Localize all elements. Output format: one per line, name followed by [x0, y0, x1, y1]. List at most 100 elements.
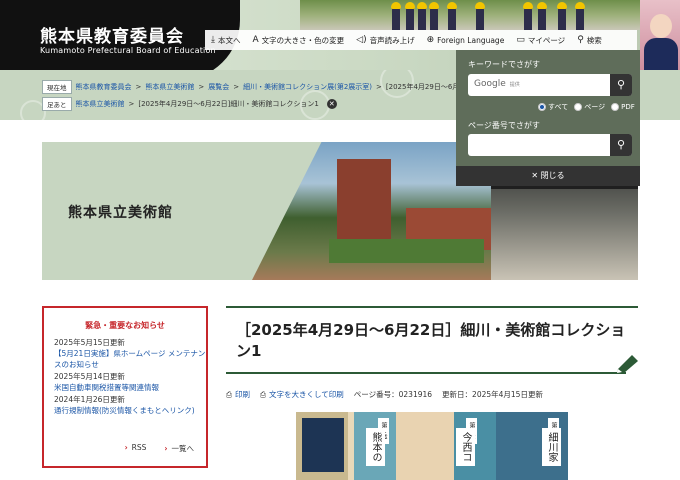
history-current: [2025年4月29日～6月22日]細川・美術館コレクション1 [138, 100, 319, 108]
keyword-search-input[interactable]: Google 提供 ⚲ [468, 74, 632, 96]
notice-date: 2025年5月15日更新 [54, 338, 125, 347]
history-tag: 足あと [42, 97, 72, 111]
emergency-notice-box: 緊急・重要なお知らせ 2025年5月15日更新 【5月21日実施】県ホームページ… [42, 306, 208, 468]
text-size-color-link[interactable]: A 文字の大きさ・色の変更 [246, 35, 350, 46]
student-figure [405, 2, 415, 30]
search-toggle-button[interactable]: ⚲ 検索 [571, 35, 608, 46]
banner-title: 熊本県立美術館 [68, 205, 173, 221]
speaker-icon: ◁) [356, 35, 367, 45]
utility-label: 文字の大きさ・色の変更 [261, 35, 345, 45]
printer-icon: ⎙ [226, 390, 232, 399]
notice-link[interactable]: 米国自動車関税措置等関連情報 [54, 382, 206, 393]
student-figure [417, 2, 427, 30]
clear-history-icon[interactable]: ✕ [326, 99, 337, 109]
notice-title: 緊急・重要なお知らせ [85, 321, 165, 330]
notice-list: 2025年5月15日更新 【5月21日実施】県ホームページ メンテナンスのお知ら… [54, 337, 206, 416]
my-page-link[interactable]: ▭ マイページ [510, 35, 571, 46]
notice-list-link[interactable]: › 一覧へ [164, 443, 194, 454]
folder-icon: ▭ [516, 35, 525, 45]
student-figure [447, 2, 457, 30]
print-large-link[interactable]: ⎙ 文字を大きくして印刷 [260, 389, 344, 400]
title-top-rule [226, 306, 638, 308]
close-label: 閉じる [540, 171, 565, 180]
site-logo-subtitle: Kumamoto Prefectural Board of Education [40, 46, 216, 55]
notice-link[interactable]: 【5月21日実施】県ホームページ メンテナンスのお知らせ [54, 348, 206, 370]
notice-footer: › RSS › 一覧へ [44, 443, 206, 454]
poster-heading: 細川家 [542, 428, 561, 466]
header-photo-girl [640, 0, 680, 70]
page-title: ［2025年4月29日～6月22日］細川・美術館コレクション1 [236, 321, 626, 360]
history-row: 足あと 熊本県立美術館 > [2025年4月29日～6月22日]細川・美術館コレ… [42, 97, 337, 111]
scope-option-page[interactable]: ページ [574, 102, 605, 112]
brick-building [336, 158, 391, 242]
print-link[interactable]: ⎙ 印刷 [226, 389, 250, 400]
utility-label: 音声読み上げ [369, 35, 415, 45]
search-icon: ⚲ [616, 78, 626, 91]
updated-date: 更新日：2025年4月15日更新 [442, 390, 543, 399]
radio-selected-icon [538, 103, 546, 111]
utility-bar: ⤓ 本文へ A 文字の大きさ・色の変更 ◁) 音声読み上げ ⊕ Foreign … [205, 30, 637, 50]
google-branding: Google 提供 [474, 79, 520, 89]
printer-icon: ⎙ [260, 390, 266, 399]
current-location-row: 現在地 熊本県教育委員会 > 熊本県立美術館 > 展覧会 > 細川・美術館コレク… [42, 80, 527, 94]
keyword-search-button[interactable]: ⚲ [610, 74, 632, 96]
breadcrumb-separator: > [135, 83, 142, 91]
radio-icon [574, 103, 583, 111]
read-aloud-link[interactable]: ◁) 音声読み上げ [350, 35, 420, 46]
notice-date: 2025年5月14日更新 [54, 372, 125, 381]
student-figure [557, 2, 567, 30]
chevron-right-icon: › [164, 444, 168, 453]
skip-to-content-link[interactable]: ⤓ 本文へ [205, 35, 246, 46]
title-bottom-rule [226, 372, 626, 374]
breadcrumb-separator: > [233, 83, 240, 91]
student-figure [429, 2, 439, 30]
text-size-icon: A [252, 35, 259, 45]
notice-link[interactable]: 通行規制情報(防災情報くまもとヘリンク) [54, 405, 206, 416]
page-number: ページ番号：0231916 [353, 390, 433, 399]
rss-link[interactable]: › RSS [125, 443, 147, 454]
lobby-beam [491, 186, 638, 189]
breadcrumb-link[interactable]: 熊本県立美術館 [145, 82, 194, 92]
radio-icon [611, 103, 620, 111]
utility-label: Foreign Language [437, 35, 505, 45]
site-logo-title[interactable]: 熊本県教育委員会 [40, 22, 184, 47]
notice-date: 2024年1月26日更新 [54, 395, 125, 404]
utility-label: 検索 [586, 35, 602, 45]
globe-icon: ⊕ [426, 35, 435, 45]
article-meta: ⎙ 印刷 ⎙ 文字を大きくして印刷 ページ番号：0231916 更新日：2025年4… [226, 389, 543, 400]
uniform [644, 38, 678, 70]
utility-label: マイページ [527, 35, 566, 45]
chevron-right-icon: › [124, 443, 128, 452]
poster-heading: 今西コ [456, 428, 475, 466]
page-number-search-button[interactable]: ⚲ [610, 134, 632, 156]
header-photo [300, 0, 680, 30]
history-link[interactable]: 熊本県立美術館 [76, 99, 125, 109]
close-icon: ✕ [531, 171, 539, 180]
exhibition-poster: 第１章 熊本の 第２章 今西コ 第３章 細川家 [296, 412, 568, 480]
face [650, 14, 672, 38]
breadcrumb-link[interactable]: 熊本県教育委員会 [76, 82, 132, 92]
scope-option-all[interactable]: すべて [538, 102, 568, 112]
breadcrumb-separator: > [198, 83, 205, 91]
scope-option-pdf[interactable]: PDF [611, 102, 635, 112]
download-icon: ⤓ [211, 35, 215, 45]
poster-panel [396, 412, 454, 480]
keyword-search-label: キーワードでさがす [468, 60, 540, 69]
student-figure [391, 2, 401, 30]
breadcrumb-link[interactable]: 展覧会 [208, 82, 229, 92]
utility-label: 本文へ [217, 35, 241, 45]
garden [329, 238, 484, 264]
student-figure [475, 2, 485, 30]
breadcrumb-link[interactable]: 細川・美術館コレクション展(第2展示室) [243, 82, 372, 92]
foreign-language-link[interactable]: ⊕ Foreign Language [421, 35, 511, 45]
search-icon: ⚲ [616, 138, 626, 151]
search-popup: キーワードでさがす Google 提供 ⚲ すべて ページ PDF ページ番号でさ… [456, 50, 640, 186]
poster-artwork [302, 418, 344, 472]
breadcrumb-separator: > [376, 83, 382, 91]
page-number-search-label: ページ番号でさがす [468, 121, 540, 130]
page-number-input[interactable]: ⚲ [468, 134, 632, 156]
poster-heading: 熊本の [366, 428, 385, 466]
close-search-button[interactable]: ✕ 閉じる [456, 166, 640, 186]
pencil-icon [617, 355, 638, 373]
student-figure [575, 2, 585, 30]
